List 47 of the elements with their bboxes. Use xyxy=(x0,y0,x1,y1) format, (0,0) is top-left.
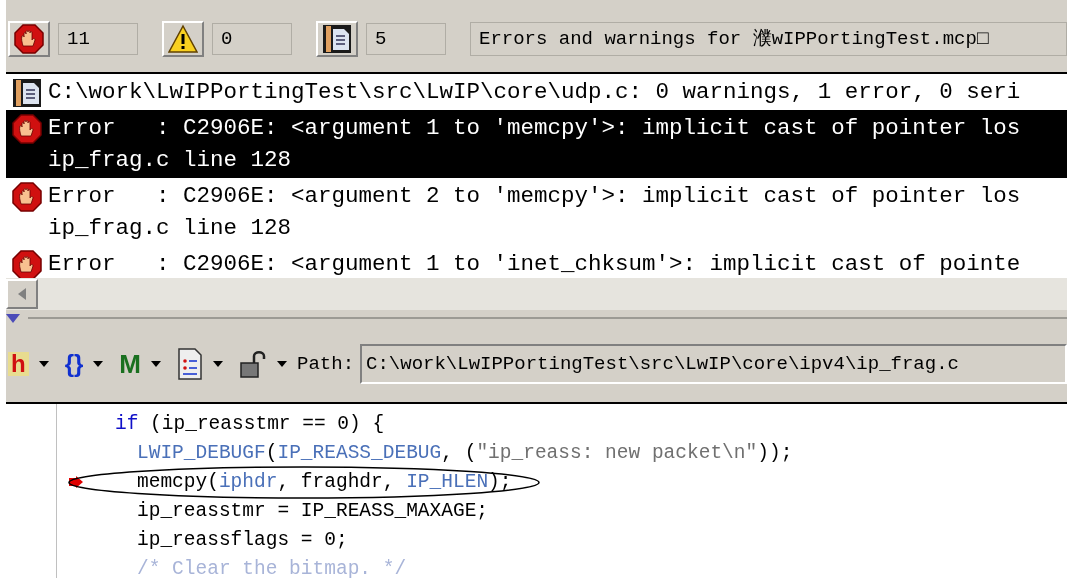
unlocked-padlock-icon xyxy=(239,349,268,379)
caret-icon xyxy=(213,361,224,367)
caret-icon xyxy=(93,361,104,367)
message-text: Error : C2906E: <argument 1 to 'memcpy'>: implicit cast of pointer los xyxy=(48,114,1021,143)
scroll-left-button[interactable] xyxy=(6,279,38,309)
warning-icon xyxy=(168,24,198,54)
message-text: Error : C2906E: <argument 1 to 'inet_chksum'>: implicit cast of pointe xyxy=(48,250,1021,278)
message-text: Error : C2906E: <argument 2 to 'memcpy'>: implicit cast of pointer los xyxy=(48,182,1021,211)
left-arrow-icon xyxy=(18,288,26,300)
functions-menu-glyph: {} xyxy=(64,352,84,376)
message-window-title: Errors and warnings for 濮wIPPortingTest.mcp□ xyxy=(470,22,1067,56)
error-count: 11 xyxy=(58,23,138,55)
stop-hand-icon xyxy=(12,182,42,212)
note-icon xyxy=(322,24,352,54)
markers-menu-glyph: M xyxy=(119,351,142,377)
code-line: if (ip_reasstmr == 0) { xyxy=(115,414,385,435)
warning-count: 0 xyxy=(212,23,292,55)
stop-hand-icon xyxy=(12,114,42,144)
document-list-icon xyxy=(177,348,204,380)
breakpoint-arrow-icon[interactable] xyxy=(69,476,83,488)
code-line: ip_reassflags = 0; xyxy=(137,530,348,551)
caret-icon xyxy=(151,361,162,367)
markers-menu-button[interactable]: M xyxy=(117,346,164,382)
message-row[interactable]: Error : C2906E: <argument 1 to 'memcpy'>: implicit cast of pointer los ip_frag.c line 128 xyxy=(6,110,1067,178)
message-text: C:\work\LwIPPortingTest\src\LwIP\core\udp.c: 0 warnings, 1 error, 0 seri xyxy=(48,78,1021,107)
info-filter-button[interactable] xyxy=(316,21,358,57)
error-filter-button[interactable] xyxy=(8,21,50,57)
collapse-triangle-icon[interactable] xyxy=(6,313,20,323)
warning-filter-button[interactable] xyxy=(162,21,204,57)
stop-hand-icon xyxy=(12,250,42,278)
code-line: memcpy(iphdr, fraghdr, IP_HLEN); xyxy=(137,472,512,493)
note-icon xyxy=(12,78,42,108)
path-field: C:\work\LwIPPortingTest\src\LwIP\core\ipv4\ip_frag.c xyxy=(360,344,1067,384)
header-menu-button[interactable]: h xyxy=(6,346,51,382)
code-line: ip_reasstmr = IP_REASS_MAXAGE; xyxy=(137,501,489,522)
code-line: LWIP_DEBUGF(IP_REASS_DEBUG, ("ip_reass: new packet\n")); xyxy=(137,443,793,464)
functions-menu-button[interactable]: {} xyxy=(62,346,106,382)
message-location: ip_frag.c line 128 xyxy=(48,214,293,243)
stop-hand-icon xyxy=(14,24,44,54)
caret-icon xyxy=(277,361,288,367)
path-label: Path: xyxy=(297,351,355,377)
caret-icon xyxy=(38,361,49,367)
info-count: 5 xyxy=(366,23,446,55)
message-location: ip_frag.c line 128 xyxy=(48,146,293,175)
document-menu-button[interactable] xyxy=(175,346,226,382)
header-menu-glyph: h xyxy=(8,352,29,376)
code-line: /* Clear the bitmap. */ xyxy=(137,559,407,578)
